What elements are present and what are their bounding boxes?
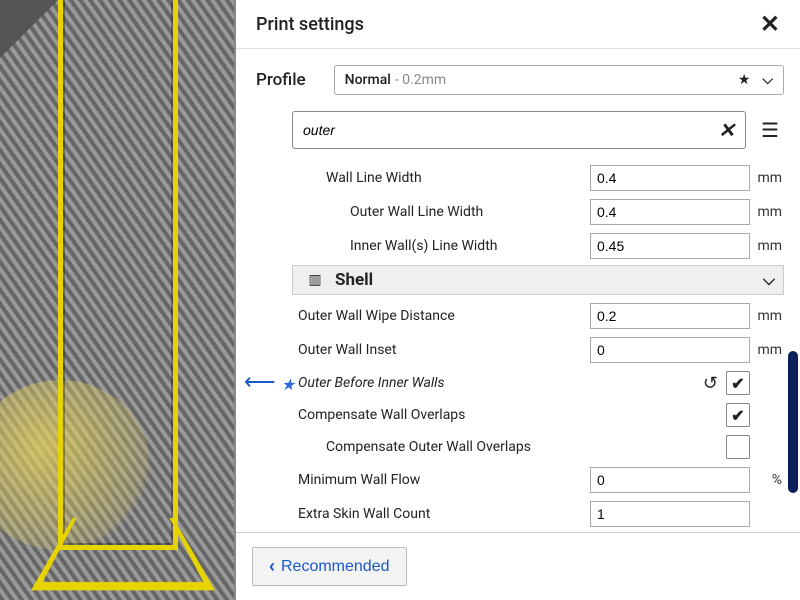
checkbox[interactable]: ✔ [726, 403, 750, 427]
search-row: ✕ ☰ [236, 107, 800, 161]
chevron-down-icon[interactable]: ⌵ [762, 72, 773, 88]
unit-label: mm [750, 308, 784, 324]
panel-header: Print settings ✕ [236, 0, 800, 49]
setting-outer-wall-line-width: Outer Wall Line Width mm [236, 195, 784, 229]
shell-icon: ▥ [301, 272, 329, 288]
footer: ‹ Recommended [236, 532, 800, 600]
profile-name: Normal [345, 72, 391, 88]
setting-label: Compensate Outer Wall Overlaps [236, 439, 724, 455]
close-icon[interactable]: ✕ [756, 10, 784, 38]
check-icon: ✔ [731, 406, 744, 425]
section-title: Shell [329, 270, 763, 290]
checkbox[interactable]: ✔ [726, 371, 750, 395]
modified-star-icon: ★ [278, 375, 298, 394]
preview-outline [58, 0, 178, 550]
setting-label: Outer Wall Inset [236, 342, 590, 358]
setting-label: Wall Line Width [236, 170, 590, 186]
chevron-left-icon: ‹ [269, 556, 275, 577]
value-input[interactable] [590, 467, 750, 493]
setting-wall-line-width: Wall Line Width mm [236, 161, 784, 195]
panel-title: Print settings [256, 14, 756, 35]
unit-label: mm [750, 204, 784, 220]
value-input[interactable] [590, 303, 750, 329]
setting-outer-wall-inset: Outer Wall Inset mm [236, 333, 784, 367]
value-input[interactable] [590, 233, 750, 259]
setting-label: Outer Wall Line Width [236, 204, 590, 220]
setting-label: ★Outer Before Inner Walls [236, 375, 703, 391]
setting-label: Minimum Wall Flow [236, 472, 590, 488]
unit-label: mm [750, 170, 784, 186]
reset-icon[interactable]: ↺ [703, 373, 718, 394]
checkbox[interactable] [726, 435, 750, 459]
profile-select[interactable]: Normal - 0.2mm ★ ⌵ [334, 65, 784, 95]
value-input[interactable] [590, 199, 750, 225]
setting-extra-skin-wall-count: Extra Skin Wall Count [236, 497, 784, 531]
setting-compensate-wall-overlaps: Compensate Wall Overlaps ✔ [236, 399, 784, 431]
profile-label: Profile [256, 70, 306, 90]
recommended-label: Recommended [281, 558, 390, 576]
star-icon[interactable]: ★ [738, 72, 751, 88]
setting-minimum-wall-flow: Minimum Wall Flow % [236, 463, 784, 497]
setting-label: Compensate Wall Overlaps [236, 407, 724, 423]
search-input[interactable] [303, 122, 718, 138]
setting-inner-walls-line-width: Inner Wall(s) Line Width mm [236, 229, 784, 263]
chevron-down-icon: ⌵ [763, 270, 775, 290]
unit-label: mm [750, 342, 784, 358]
callout-arrow-icon: ⟵ [244, 376, 276, 390]
recommended-button[interactable]: ‹ Recommended [252, 547, 407, 586]
setting-outer-before-inner-walls: ★Outer Before Inner Walls ↺ ✔ ⟵ [236, 367, 784, 399]
unit-label: % [750, 472, 784, 488]
unit-label: mm [750, 238, 784, 254]
section-shell[interactable]: ▥ Shell ⌵ [292, 265, 784, 295]
value-input[interactable] [590, 501, 750, 527]
settings-list: Wall Line Width mm Outer Wall Line Width… [236, 161, 800, 532]
value-input[interactable] [590, 165, 750, 191]
setting-label: Outer Wall Wipe Distance [236, 308, 590, 324]
scrollbar-thumb[interactable] [788, 351, 798, 493]
print-settings-panel: Print settings ✕ Profile Normal - 0.2mm … [236, 0, 800, 600]
profile-row: Profile Normal - 0.2mm ★ ⌵ [236, 49, 800, 107]
search-box[interactable]: ✕ [292, 111, 746, 149]
setting-outer-wall-wipe-distance: Outer Wall Wipe Distance mm [236, 299, 784, 333]
setting-compensate-outer-wall-overlaps: Compensate Outer Wall Overlaps [236, 431, 784, 463]
value-input[interactable] [590, 337, 750, 363]
check-icon: ✔ [731, 374, 744, 393]
clear-search-icon[interactable]: ✕ [718, 118, 735, 142]
hamburger-icon[interactable]: ☰ [756, 118, 784, 142]
preview-viewport[interactable] [0, 0, 236, 600]
setting-label: Inner Wall(s) Line Width [236, 238, 590, 254]
profile-detail: - 0.2mm [395, 72, 446, 88]
settings-body: Wall Line Width mm Outer Wall Line Width… [236, 161, 800, 532]
setting-label: Extra Skin Wall Count [236, 506, 590, 522]
